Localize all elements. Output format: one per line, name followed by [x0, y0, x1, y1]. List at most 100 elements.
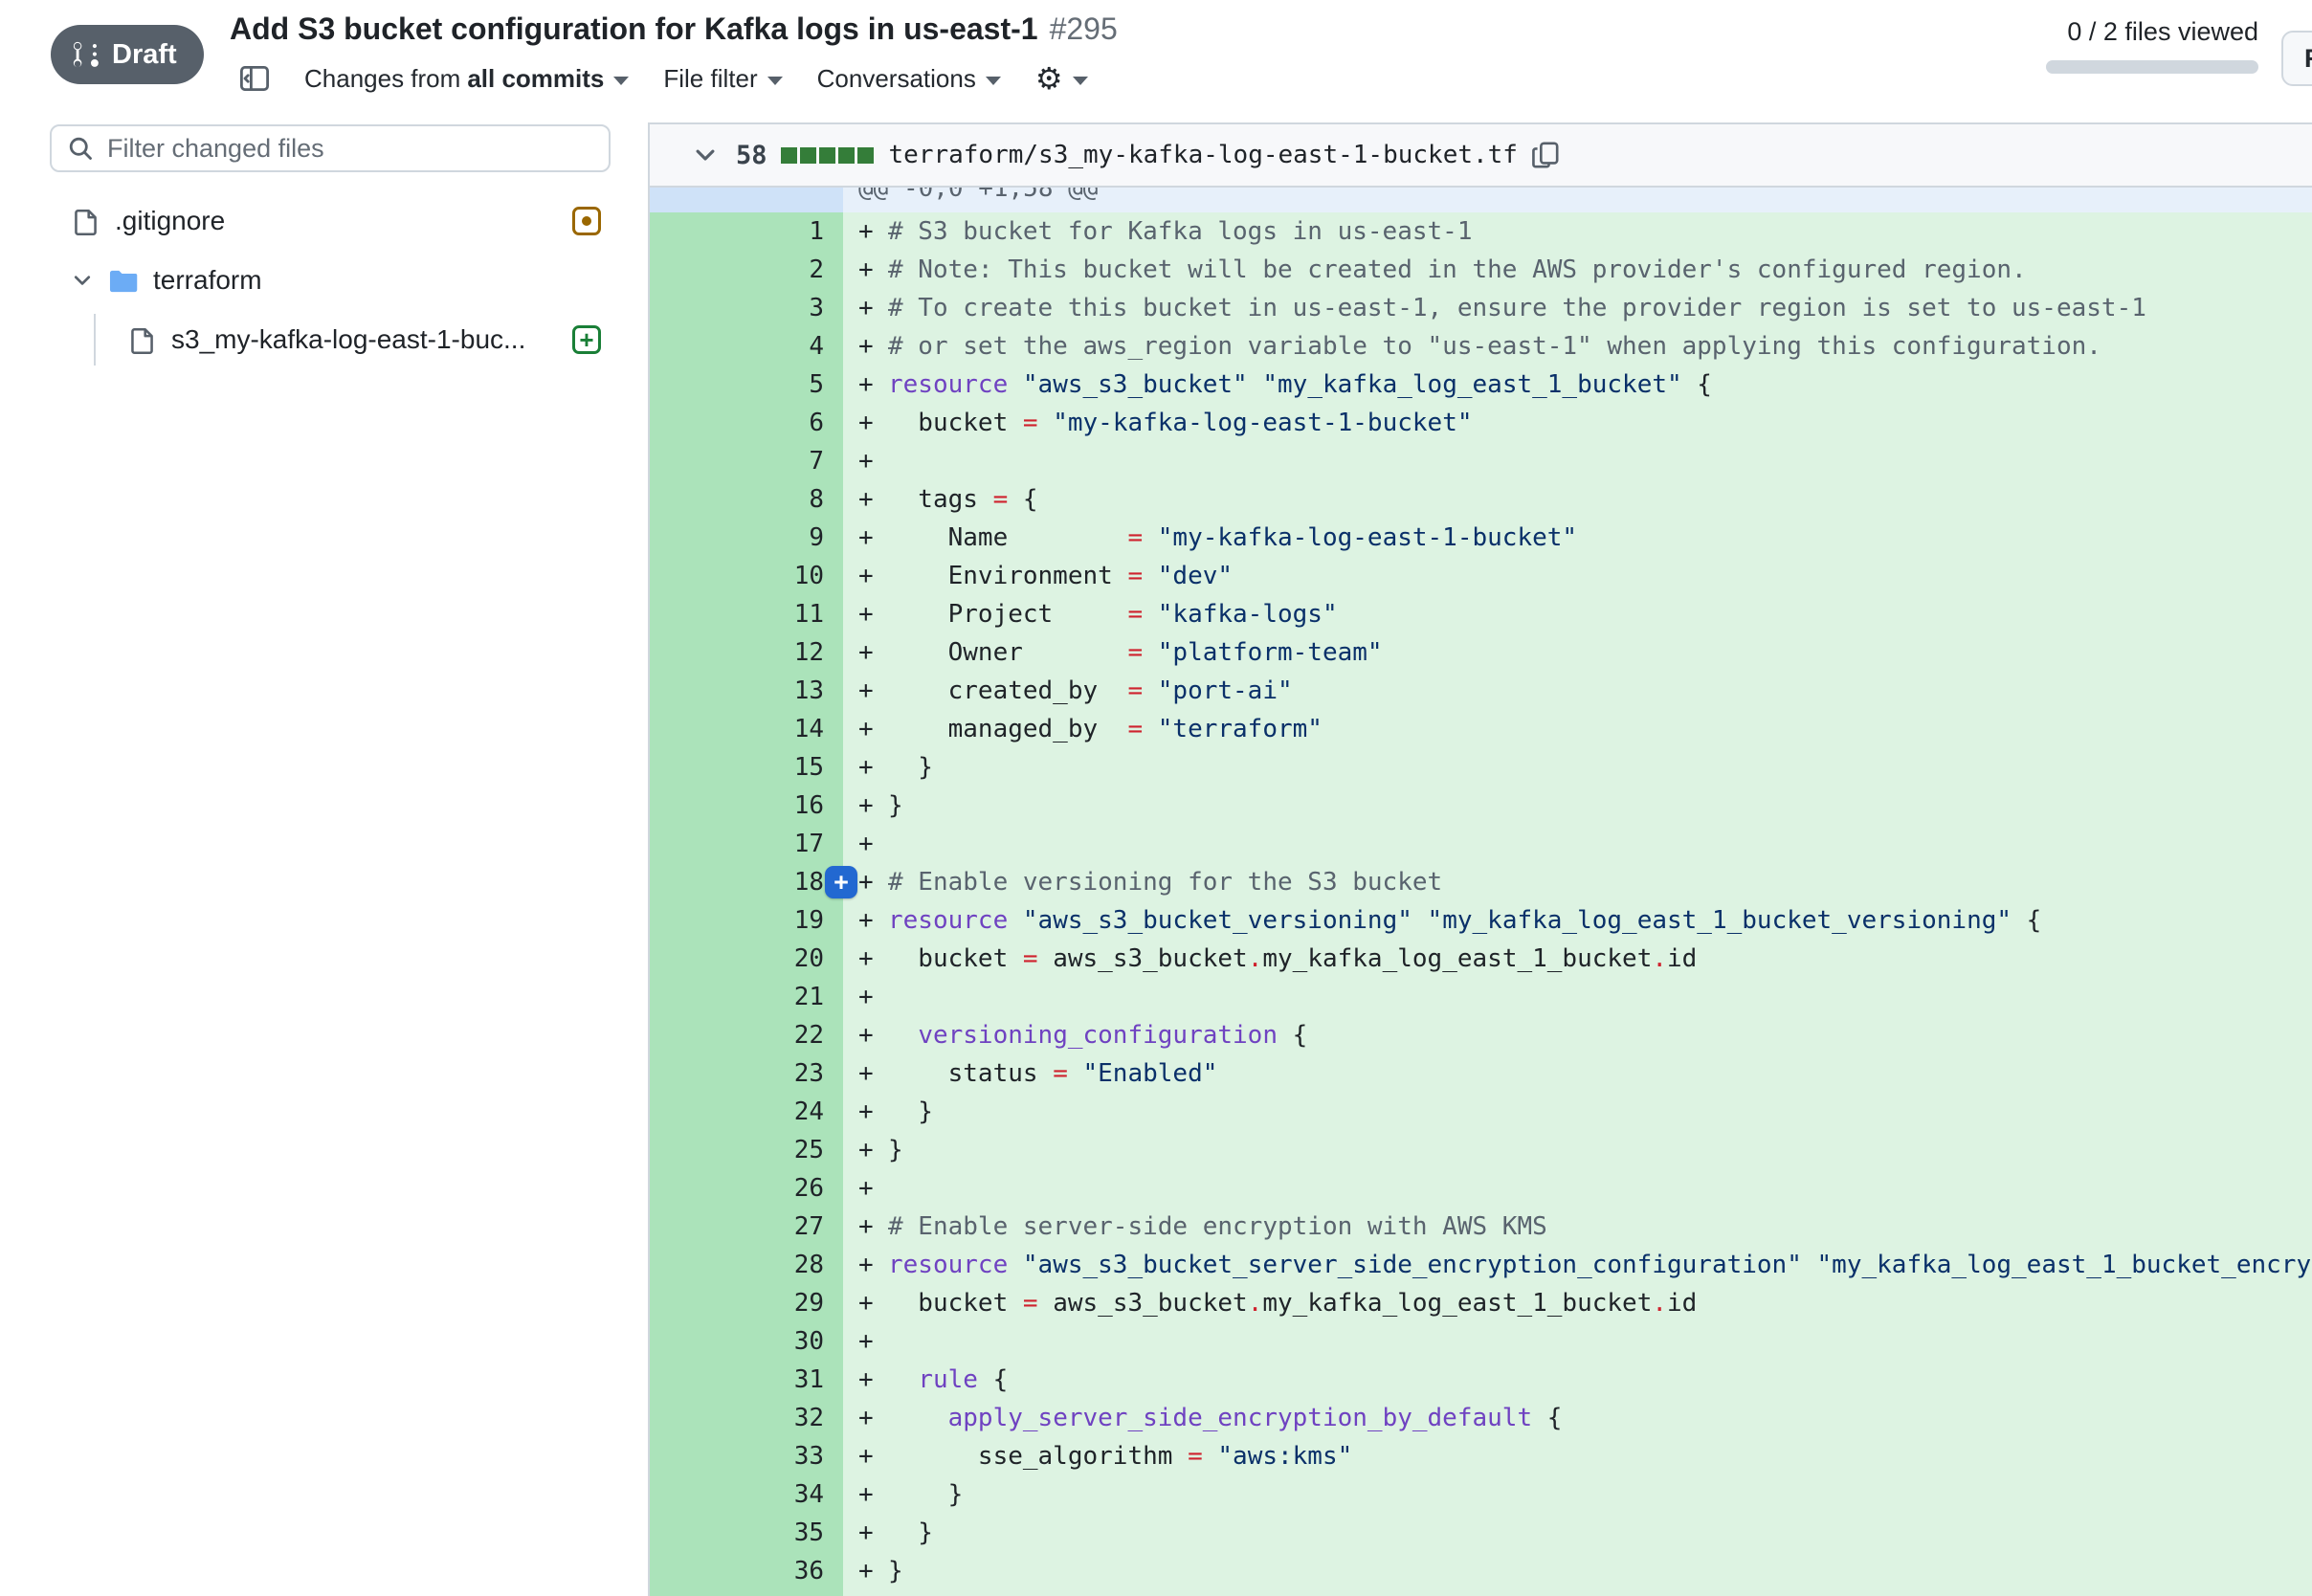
diff-row-13: 13+ created_by = "port-ai": [650, 672, 2312, 710]
copy-file-path-button[interactable]: [1531, 141, 1560, 169]
line-number[interactable]: 17: [650, 825, 843, 863]
line-number[interactable]: 16: [650, 787, 843, 825]
line-number[interactable]: 24: [650, 1093, 843, 1131]
code-line: +# S3 bucket for Kafka logs in us-east-1: [843, 212, 2312, 251]
diff-row-34: 34+ }: [650, 1475, 2312, 1514]
chevron-down-icon: [613, 77, 629, 85]
line-number[interactable]: 36: [650, 1552, 843, 1590]
line-number[interactable]: 30: [650, 1322, 843, 1361]
chevron-down-icon: [1073, 77, 1088, 85]
file-icon: [129, 326, 157, 354]
line-number[interactable]: 5: [650, 366, 843, 404]
tree-item-s3-my-kafka-log-east-1-buc-[interactable]: s3_my-kafka-log-east-1-buc...+: [0, 310, 648, 369]
line-number[interactable]: 22: [650, 1016, 843, 1054]
diff-row-35: 35+ }: [650, 1514, 2312, 1552]
line-number[interactable]: 33: [650, 1437, 843, 1475]
hunk-gutter: [650, 188, 843, 212]
files-viewed-text: 0 / 2 files viewed: [2067, 17, 2258, 46]
code-line: + bucket = aws_s3_bucket.my_kafka_log_ea…: [843, 940, 2312, 978]
line-number[interactable]: 20: [650, 940, 843, 978]
line-number[interactable]: 3: [650, 289, 843, 327]
diff-row-12: 12+ Owner = "platform-team": [650, 633, 2312, 672]
code-line: +}: [843, 787, 2312, 825]
line-number[interactable]: 15: [650, 748, 843, 787]
line-number[interactable]: 26: [650, 1169, 843, 1208]
addition-marker: +: [858, 1552, 888, 1590]
line-number[interactable]: 28: [650, 1246, 843, 1284]
code-line: + tags = {: [843, 480, 2312, 519]
code-line: +# or set the aws_region variable to "us…: [843, 327, 2312, 366]
addition-marker: +: [858, 672, 888, 710]
line-number[interactable]: 1: [650, 212, 843, 251]
tree-item--gitignore[interactable]: .gitignore: [0, 191, 648, 251]
line-number[interactable]: 32: [650, 1399, 843, 1437]
diff-row-4: 4+# or set the aws_region variable to "u…: [650, 327, 2312, 366]
line-number[interactable]: 25: [650, 1131, 843, 1169]
addition-marker: +: [858, 1361, 888, 1399]
chevron-down-icon: [986, 77, 1001, 85]
line-number[interactable]: 8: [650, 480, 843, 519]
diff-row-6: 6+ bucket = "my-kafka-log-east-1-bucket": [650, 404, 2312, 442]
code-line: +: [843, 442, 2312, 480]
code-line: + }: [843, 1514, 2312, 1552]
line-number[interactable]: 6: [650, 404, 843, 442]
addition-marker: +: [858, 1514, 888, 1552]
tree-item-terraform[interactable]: terraform: [0, 251, 648, 310]
line-number[interactable]: 31: [650, 1361, 843, 1399]
collapse-diff-chevron-icon[interactable]: [692, 142, 719, 168]
line-number[interactable]: 34: [650, 1475, 843, 1514]
addition-marker: +: [858, 863, 888, 901]
code-line: + rule {: [843, 1361, 2312, 1399]
filter-changed-files-input[interactable]: Filter changed files: [50, 124, 611, 172]
diff-panel: 5 8 terraform/s3_my-kafka-log-east-1-buck…: [648, 122, 2312, 1596]
line-number[interactable]: 21: [650, 978, 843, 1016]
diffstat-added-block: [781, 147, 797, 164]
add-comment-button[interactable]: +: [825, 866, 857, 898]
file-filter-dropdown[interactable]: File filter: [663, 64, 782, 94]
addition-marker: +: [858, 1093, 888, 1131]
code-line: +# Enable server-side encryption with AW…: [843, 1208, 2312, 1246]
search-icon: [67, 135, 94, 162]
line-number[interactable]: 29: [650, 1284, 843, 1322]
line-number[interactable]: 12: [650, 633, 843, 672]
line-number[interactable]: 4: [650, 327, 843, 366]
line-number[interactable]: 19: [650, 901, 843, 940]
line-number[interactable]: 10: [650, 557, 843, 595]
line-number[interactable]: 27: [650, 1208, 843, 1246]
line-number[interactable]: 14: [650, 710, 843, 748]
tree-indent-guide: [94, 314, 96, 366]
review-changes-button[interactable]: R: [2281, 31, 2312, 86]
git-pull-request-draft-icon: [72, 40, 100, 69]
files-viewed-progress-bar: [2046, 60, 2258, 74]
line-number[interactable]: 7: [650, 442, 843, 480]
diff-row-2: 2+# Note: This bucket will be created in…: [650, 251, 2312, 289]
line-number[interactable]: 23: [650, 1054, 843, 1093]
changes-from-dropdown[interactable]: Changes fromall commits: [304, 64, 629, 94]
diff-file-path[interactable]: terraform/s3_my-kafka-log-east-1-bucket.…: [889, 141, 1518, 169]
addition-marker: +: [858, 1131, 888, 1169]
diff-settings-dropdown[interactable]: ⚙︎: [1035, 63, 1088, 94]
line-number[interactable]: 18: [650, 863, 843, 901]
line-number[interactable]: 9: [650, 519, 843, 557]
code-line: + Name = "my-kafka-log-east-1-bucket": [843, 519, 2312, 557]
chevron-down-icon[interactable]: [71, 269, 94, 292]
diff-row-25: 25+}: [650, 1131, 2312, 1169]
line-number[interactable]: 11: [650, 595, 843, 633]
draft-label: Draft: [112, 39, 177, 71]
diff-toolbar: Changes fromall commits File filter Conv…: [239, 59, 1088, 98]
line-number[interactable]: 35: [650, 1514, 843, 1552]
code-line: +# Note: This bucket will be created in …: [843, 251, 2312, 289]
diff-row-9: 9+ Name = "my-kafka-log-east-1-bucket": [650, 519, 2312, 557]
line-number[interactable]: 13: [650, 672, 843, 710]
addition-marker: +: [858, 710, 888, 748]
diff-row-31: 31+ rule {: [650, 1361, 2312, 1399]
diff-row-29: 29+ bucket = aws_s3_bucket.my_kafka_log_…: [650, 1284, 2312, 1322]
gear-icon: ⚙︎: [1035, 63, 1063, 94]
addition-marker: +: [858, 1322, 888, 1361]
diff-lines: 1+# S3 bucket for Kafka logs in us-east-…: [650, 212, 2312, 1596]
diff-row-7: 7+: [650, 442, 2312, 480]
collapse-file-tree-icon[interactable]: [239, 63, 270, 94]
line-number[interactable]: 2: [650, 251, 843, 289]
diff-row-14: 14+ managed_by = "terraform": [650, 710, 2312, 748]
conversations-dropdown[interactable]: Conversations: [817, 64, 1001, 94]
